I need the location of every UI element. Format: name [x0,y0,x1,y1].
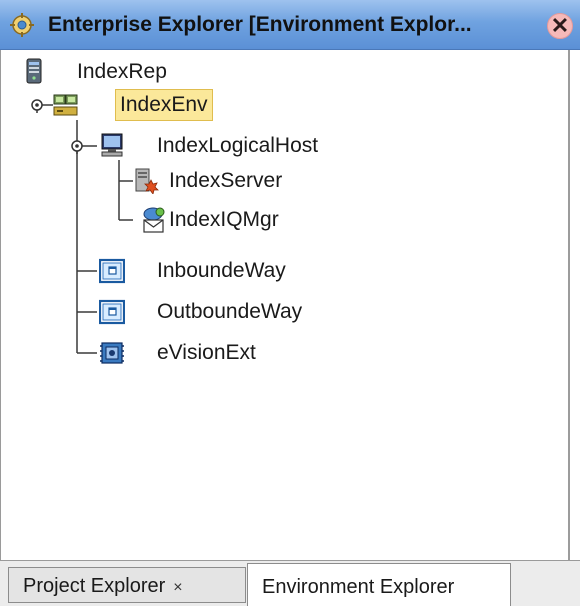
window-titlebar: Enterprise Explorer [Environment Explor.… [0,0,580,50]
tree-node-outboundeway[interactable]: OutboundeWay [1,296,401,328]
tab-environment-explorer[interactable]: Environment Explorer [247,563,511,606]
tree-node-label: IndexServer [169,169,283,192]
message-server-icon [143,207,165,233]
tree-node-label: OutboundeWay [157,300,303,323]
external-system-icon [99,299,125,325]
external-system-icon [99,258,125,284]
tree-node-indexrep[interactable]: IndexRep [1,56,301,88]
tab-project-explorer[interactable]: Project Explorer × [8,567,246,603]
environment-tree: IndexRep IndexEnv IndexLogicalHost Index… [0,50,580,560]
evision-external-icon [100,342,124,364]
explorer-gear-icon [10,13,34,37]
environment-icon [53,94,78,116]
tree-node-indexlogicalhost[interactable]: IndexLogicalHost [1,130,401,162]
tree-node-label: IndexRep [77,60,167,83]
tree-node-indexenv[interactable]: IndexEnv [1,89,301,121]
tree-node-label: eVisionExt [157,341,256,364]
close-button[interactable]: ✕ [547,13,573,39]
explorer-tab-bar: Project Explorer × Environment Explorer [0,560,580,606]
tree-node-label: InboundeWay [157,259,286,282]
tree-node-evisionext[interactable]: eVisionExt [1,337,401,369]
logical-host-computer-icon [101,133,123,157]
tree-node-indexserver[interactable]: IndexServer [1,165,401,197]
tree-node-label: IndexLogicalHost [157,134,319,157]
integration-server-icon [135,168,159,194]
tab-close-icon[interactable]: × [173,579,182,596]
repository-server-icon [26,58,42,84]
window-title: Enterprise Explorer [Environment Explor.… [48,13,472,36]
tab-label: Environment Explorer [262,576,455,598]
tree-node-indexiqmgr[interactable]: IndexIQMgr [1,204,401,236]
tree-node-label: IndexIQMgr [169,208,279,231]
tab-label: Project Explorer [23,575,166,597]
tree-node-label: IndexEnv [115,89,213,121]
close-icon: ✕ [550,13,570,38]
panel-border [568,50,570,606]
tree-node-inboundeway[interactable]: InboundeWay [1,255,401,287]
